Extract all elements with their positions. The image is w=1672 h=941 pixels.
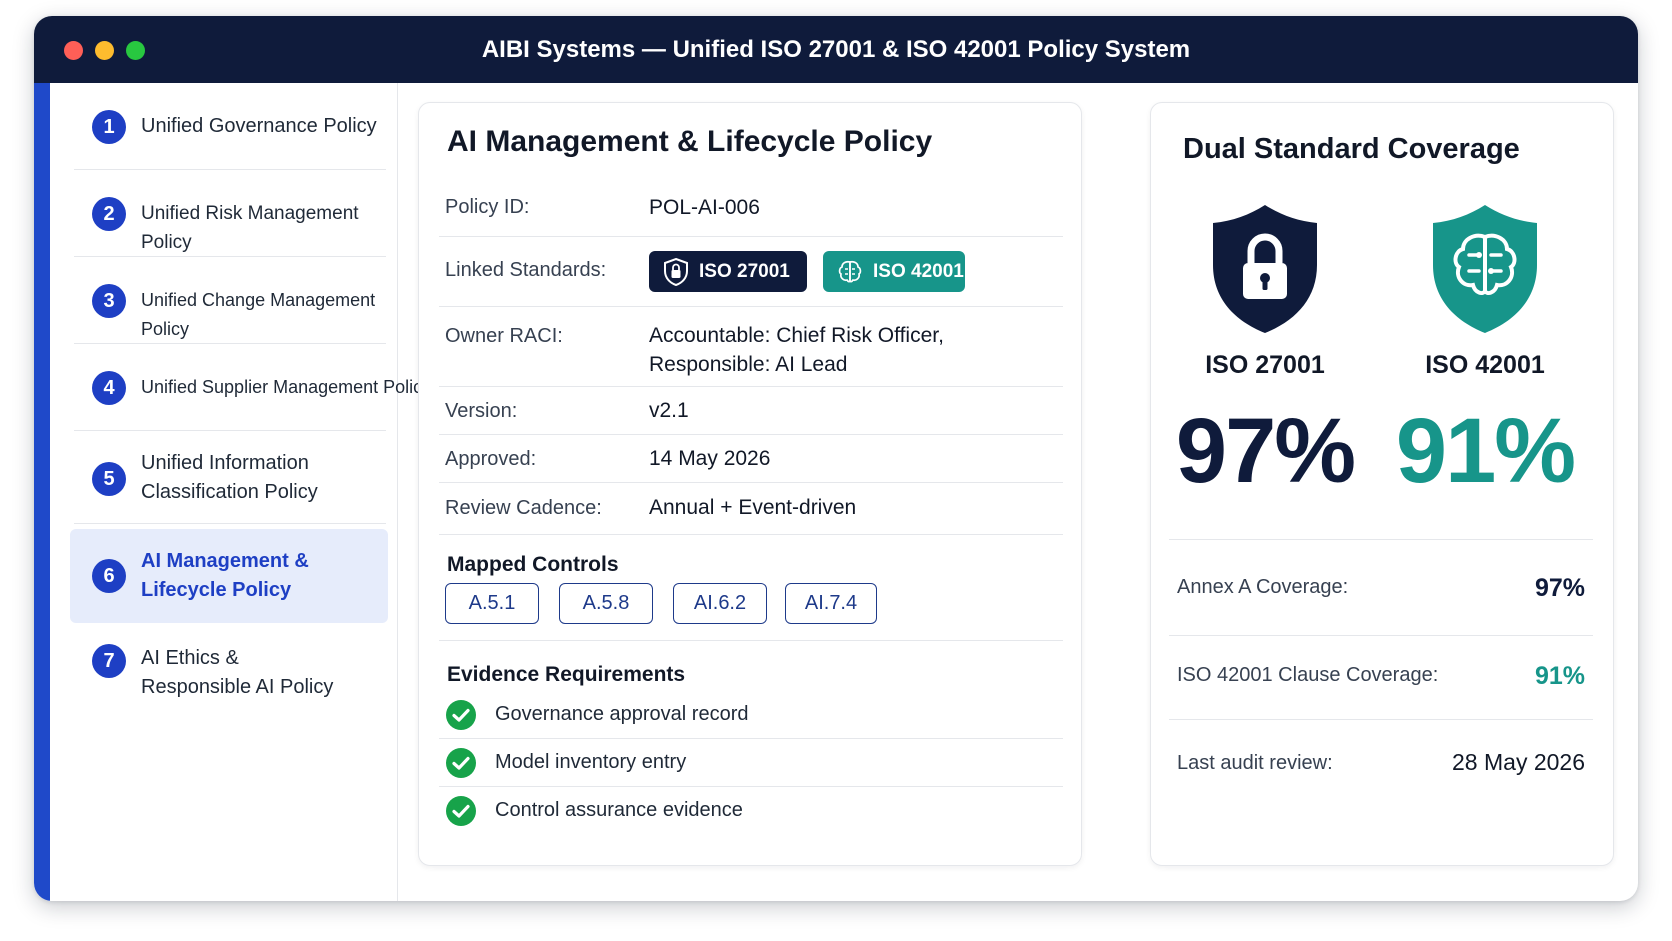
sidebar-item-ai-management[interactable]: 6 AI Management & Lifecycle Policy: [70, 529, 388, 623]
version-row: Version: v2.1: [439, 387, 1063, 435]
version-label: Version:: [445, 400, 518, 422]
annex-coverage-value: 97%: [1534, 574, 1585, 602]
coverage-title: Dual Standard Coverage: [1183, 133, 1520, 165]
last-audit-label: Last audit review:: [1177, 752, 1333, 774]
iso27001-label: ISO 27001: [1205, 351, 1325, 379]
title-bar: AIBI Systems — Unified ISO 27001 & ISO 4…: [34, 16, 1638, 83]
sidebar-item-label: Unified Risk Management Policy: [141, 203, 359, 253]
evidence-label: Governance approval record: [495, 703, 749, 725]
approved-value: 14 May 2026: [649, 447, 771, 470]
annex-coverage-row: Annex A Coverage: 97%: [1169, 539, 1593, 635]
sidebar-item-governance[interactable]: 1 Unified Governance Policy: [74, 83, 386, 170]
check-circle-icon: [446, 700, 476, 730]
version-value: v2.1: [649, 399, 689, 422]
sidebar-item-ai-ethics[interactable]: 7 AI Ethics & Responsible AI Policy: [74, 628, 386, 720]
approved-row: Approved: 14 May 2026: [439, 435, 1063, 483]
control-chip-a58[interactable]: A.5.8: [559, 583, 653, 624]
evidence-label: Control assurance evidence: [495, 799, 743, 821]
owner-raci-line2: Responsible: AI Lead: [649, 353, 848, 376]
iso42001-label: ISO 42001: [1425, 351, 1545, 379]
iso42001-coverage-percent: 91%: [1395, 400, 1576, 502]
nav-number: 6: [92, 559, 126, 593]
coverage-card: Dual Standard Coverage ISO 27001 ISO 420…: [1150, 102, 1614, 866]
evidence-item: Control assurance evidence: [439, 787, 1063, 835]
sidebar-item-label: AI Management & Lifecycle Policy: [141, 550, 309, 601]
linked-standards-row: Linked Standards: ISO 27001 ISO 42001: [439, 237, 1063, 307]
control-chip-ai74[interactable]: AI.7.4: [785, 583, 877, 624]
shield-lock-icon: [664, 257, 688, 286]
evidence-item: Model inventory entry: [439, 739, 1063, 787]
iso42001-badge-label: ISO 42001: [873, 260, 964, 282]
sidebar-item-classification[interactable]: 5 Unified Information Classification Pol…: [74, 432, 386, 524]
control-chip-a51[interactable]: A.5.1: [445, 583, 539, 624]
iso27001-badge[interactable]: ISO 27001: [649, 251, 807, 292]
check-circle-icon: [446, 796, 476, 826]
owner-raci-label: Owner RACI:: [445, 325, 563, 347]
sidebar-item-label: AI Ethics & Responsible AI Policy: [141, 647, 334, 698]
evidence-heading: Evidence Requirements: [447, 663, 686, 686]
app-window: AIBI Systems — Unified ISO 27001 & ISO 4…: [34, 16, 1638, 901]
sidebar-item-label: Unified Change Management Policy: [141, 290, 376, 339]
annex-coverage-label: Annex A Coverage:: [1177, 576, 1349, 598]
sidebar-item-change[interactable]: 3 Unified Change Management Policy: [74, 258, 386, 344]
policy-id-value: POL-AI-006: [649, 196, 760, 219]
policy-id-label: Policy ID:: [445, 196, 530, 218]
iso27001-badge-label: ISO 27001: [699, 260, 790, 282]
nav-number: 3: [92, 284, 126, 318]
policy-id-row: Policy ID: POL-AI-006: [439, 179, 1063, 237]
iso42001-badge[interactable]: ISO 42001: [823, 251, 965, 292]
review-cadence-row: Review Cadence: Annual + Event-driven: [439, 483, 1063, 535]
review-cadence-label: Review Cadence:: [445, 497, 602, 519]
divider: [439, 640, 1063, 641]
evidence-item: Governance approval record: [439, 691, 1063, 739]
mapped-controls-heading: Mapped Controls: [447, 553, 619, 576]
sidebar-item-label: Unified Supplier Management Policy: [141, 377, 432, 397]
brain-icon: [838, 260, 862, 282]
linked-standards-label: Linked Standards:: [445, 259, 607, 281]
nav-number: 7: [92, 644, 126, 678]
review-cadence-value: Annual + Event-driven: [649, 496, 857, 519]
nav-number: 4: [92, 371, 126, 405]
evidence-label: Model inventory entry: [495, 751, 687, 773]
clause-coverage-row: ISO 42001 Clause Coverage: 91%: [1169, 635, 1593, 719]
sidebar-item-supplier[interactable]: 4 Unified Supplier Management Policy: [74, 345, 432, 431]
owner-raci-line1: Accountable: Chief Risk Officer,: [649, 324, 944, 347]
iso27001-coverage-percent: 97%: [1175, 400, 1356, 502]
check-circle-icon: [446, 748, 476, 778]
policy-title: AI Management & Lifecycle Policy: [447, 125, 933, 158]
owner-raci-row: Owner RACI: Accountable: Chief Risk Offi…: [439, 307, 1063, 387]
control-chip-ai62[interactable]: AI.6.2: [673, 583, 767, 624]
policy-sidebar: 1 Unified Governance Policy 2 Unified Ri…: [34, 83, 432, 901]
policy-detail-card: AI Management & Lifecycle Policy Policy …: [418, 102, 1082, 866]
last-audit-value: 28 May 2026: [1452, 749, 1585, 775]
sidebar-item-risk[interactable]: 2 Unified Risk Management Policy: [74, 171, 386, 257]
last-audit-row: Last audit review: 28 May 2026: [1169, 719, 1593, 809]
window-title: AIBI Systems — Unified ISO 27001 & ISO 4…: [481, 36, 1191, 63]
sidebar-item-label: Unified Governance Policy: [141, 115, 377, 137]
nav-number: 1: [92, 110, 126, 144]
sidebar-item-label: Unified Information Classification Polic…: [141, 452, 318, 503]
clause-coverage-label: ISO 42001 Clause Coverage:: [1177, 664, 1439, 686]
approved-label: Approved:: [445, 448, 537, 470]
shield-brain-icon: [1433, 205, 1537, 333]
clause-coverage-value: 91%: [1534, 662, 1585, 690]
shield-lock-icon: [1213, 205, 1317, 333]
nav-number: 2: [92, 197, 126, 231]
nav-number: 5: [92, 462, 126, 496]
